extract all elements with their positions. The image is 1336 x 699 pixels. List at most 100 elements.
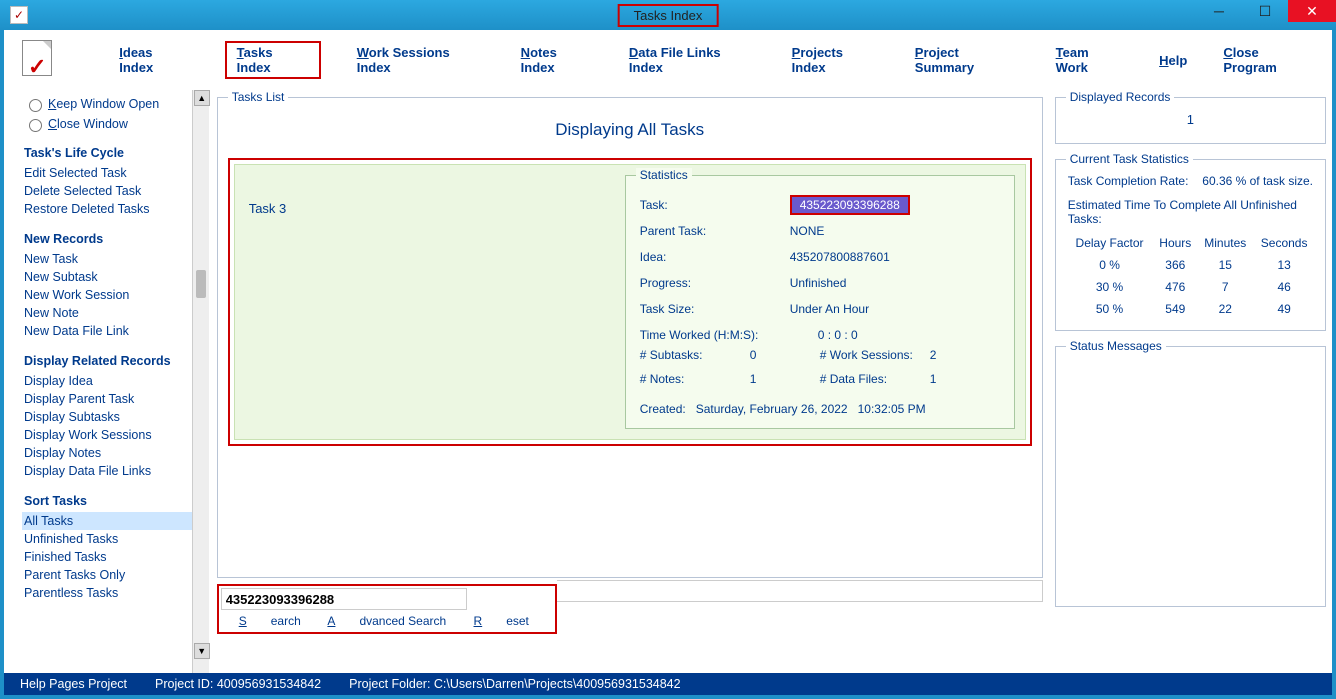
stat-timeworked-label: Time Worked (H:M:S): [640, 328, 790, 342]
stat-size-value: Under An Hour [790, 302, 869, 316]
section-life-cycle: Task's Life Cycle [24, 146, 192, 160]
nav-project-summary[interactable]: Project Summary [915, 45, 1020, 75]
tasks-list-legend: Tasks List [228, 90, 289, 104]
sidebar-sort-unfinished[interactable]: Unfinished Tasks [24, 530, 192, 548]
nav-summary-label: roject Summary [915, 45, 974, 75]
nav-help[interactable]: Help [1159, 53, 1187, 68]
stat-parent-label: Parent Task: [640, 224, 790, 238]
nav-data-file-links-index[interactable]: Data File Links Index [629, 45, 756, 75]
sidebar-display-data-file-links[interactable]: Display Data File Links [24, 462, 192, 480]
reset-button[interactable]: Reset [474, 614, 529, 628]
col-delay: Delay Factor [1066, 232, 1154, 254]
sidebar: Keep Window Open Close Window Task's Lif… [4, 90, 192, 677]
nav-projects-label: rojects Index [792, 45, 843, 75]
table-row: 0 % 366 15 13 [1066, 254, 1315, 276]
statistics-box: Statistics Task: 435223093396288 Parent … [625, 175, 1015, 429]
status-help-project: Help Pages Project [20, 677, 127, 691]
advanced-search-button[interactable]: Advanced Search [327, 614, 446, 628]
maximize-button[interactable]: ☐ [1242, 0, 1288, 22]
stat-ws-value: 2 [930, 348, 937, 372]
nav-help-label: elp [1169, 53, 1188, 68]
search-input-extension[interactable] [557, 580, 1043, 602]
status-messages-legend: Status Messages [1066, 339, 1166, 353]
current-task-stats-panel: Current Task Statistics Task Completion … [1055, 152, 1326, 331]
sidebar-display-idea[interactable]: Display Idea [24, 372, 192, 390]
scroll-up-icon[interactable]: ▲ [194, 90, 210, 106]
nav-work-sessions-index[interactable]: Work Sessions Index [357, 45, 485, 75]
tasks-list-panel: Tasks List Displaying All Tasks Task 3 S… [217, 90, 1043, 578]
stat-timeworked-value: 0 : 0 : 0 [790, 328, 858, 342]
stat-notes-value: 1 [750, 372, 757, 396]
sidebar-display-parent-task[interactable]: Display Parent Task [24, 390, 192, 408]
titlebar: ✓ Tasks Index ─ ☐ ✕ [0, 0, 1336, 30]
scroll-down-icon[interactable]: ▼ [194, 643, 210, 659]
displaying-heading: Displaying All Tasks [228, 120, 1032, 140]
stat-notes-label: # Notes: [640, 372, 750, 396]
sidebar-edit-task[interactable]: Edit Selected Task [24, 164, 192, 182]
task-name: Task 3 [235, 165, 625, 439]
stat-task-value: 435223093396288 [790, 195, 910, 215]
stat-ws-label: # Work Sessions: [820, 348, 930, 372]
search-input[interactable] [221, 588, 467, 610]
sidebar-display-notes[interactable]: Display Notes [24, 444, 192, 462]
nav-tasks-index[interactable]: Tasks Index [225, 41, 321, 79]
sidebar-new-work-session[interactable]: New Work Session [24, 286, 192, 304]
sidebar-display-work-sessions[interactable]: Display Work Sessions [24, 426, 192, 444]
sidebar-new-note[interactable]: New Note [24, 304, 192, 322]
table-row: 30 % 476 7 46 [1066, 276, 1315, 298]
sidebar-sort-parent-only[interactable]: Parent Tasks Only [24, 566, 192, 584]
stat-progress-value: Unfinished [790, 276, 847, 290]
sidebar-sort-all-tasks[interactable]: All Tasks [22, 512, 192, 530]
sidebar-scrollbar[interactable]: ▲ ▼ [192, 90, 209, 677]
col-seconds: Seconds [1253, 232, 1315, 254]
radio-keep-window-open[interactable]: Keep Window Open [24, 96, 192, 112]
app-logo-icon: ✓ [22, 40, 59, 80]
nav-notes-index[interactable]: Notes Index [521, 45, 593, 75]
nav-close-program[interactable]: Close Program [1223, 45, 1314, 75]
nav-projects-index[interactable]: Projects Index [792, 45, 879, 75]
close-button[interactable]: ✕ [1288, 0, 1336, 22]
radio-close-input[interactable] [29, 119, 42, 132]
minimize-button[interactable]: ─ [1196, 0, 1242, 22]
col-hours: Hours [1153, 232, 1197, 254]
status-bar: Help Pages Project Project ID: 400956931… [4, 673, 1332, 695]
nav-ideas-label: deas Index [119, 45, 153, 75]
task-panel[interactable]: Task 3 Statistics Task: 435223093396288 … [234, 164, 1026, 440]
stat-datafiles-label: # Data Files: [820, 372, 930, 396]
stat-parent-value: NONE [790, 224, 825, 238]
sidebar-new-task[interactable]: New Task [24, 250, 192, 268]
app-icon: ✓ [10, 6, 28, 24]
radio-close-window[interactable]: Close Window [24, 116, 192, 132]
sidebar-sort-parentless[interactable]: Parentless Tasks [24, 584, 192, 602]
nav-team-work[interactable]: Team Work [1056, 45, 1124, 75]
sidebar-sort-finished[interactable]: Finished Tasks [24, 548, 192, 566]
task-panel-highlight: Task 3 Statistics Task: 435223093396288 … [228, 158, 1032, 446]
stat-created-date: Saturday, February 26, 2022 [696, 402, 848, 416]
displayed-records-panel: Displayed Records 1 [1055, 90, 1326, 144]
stat-idea-label: Idea: [640, 250, 790, 264]
status-messages-panel: Status Messages [1055, 339, 1326, 607]
search-button[interactable]: Search [239, 614, 301, 628]
scroll-thumb[interactable] [196, 270, 206, 298]
main-nav: ✓ Ideas Index Tasks Index Work Sessions … [4, 30, 1332, 90]
sidebar-new-subtask[interactable]: New Subtask [24, 268, 192, 286]
window-title: Tasks Index [618, 4, 719, 27]
completion-rate-label: Task Completion Rate: [1068, 174, 1189, 188]
estimated-time-heading: Estimated Time To Complete All Unfinishe… [1066, 192, 1315, 232]
nav-ideas-index[interactable]: Ideas Index [119, 45, 188, 75]
sidebar-delete-task[interactable]: Delete Selected Task [24, 182, 192, 200]
current-task-stats-legend: Current Task Statistics [1066, 152, 1193, 166]
sidebar-new-data-file-link[interactable]: New Data File Link [24, 322, 192, 340]
nav-datafiles-label: ata File Links Index [629, 45, 721, 75]
section-display-related: Display Related Records [24, 354, 192, 368]
col-minutes: Minutes [1197, 232, 1253, 254]
sidebar-restore-tasks[interactable]: Restore Deleted Tasks [24, 200, 192, 218]
stat-subtasks-label: # Subtasks: [640, 348, 750, 372]
stat-task-label: Task: [640, 198, 790, 212]
nav-work-label: ork Sessions Index [357, 45, 450, 75]
sidebar-display-subtasks[interactable]: Display Subtasks [24, 408, 192, 426]
status-project-folder: Project Folder: C:\Users\Darren\Projects… [349, 677, 680, 691]
radio-keep-input[interactable] [29, 99, 42, 112]
stat-progress-label: Progress: [640, 276, 790, 290]
stat-subtasks-value: 0 [750, 348, 757, 372]
